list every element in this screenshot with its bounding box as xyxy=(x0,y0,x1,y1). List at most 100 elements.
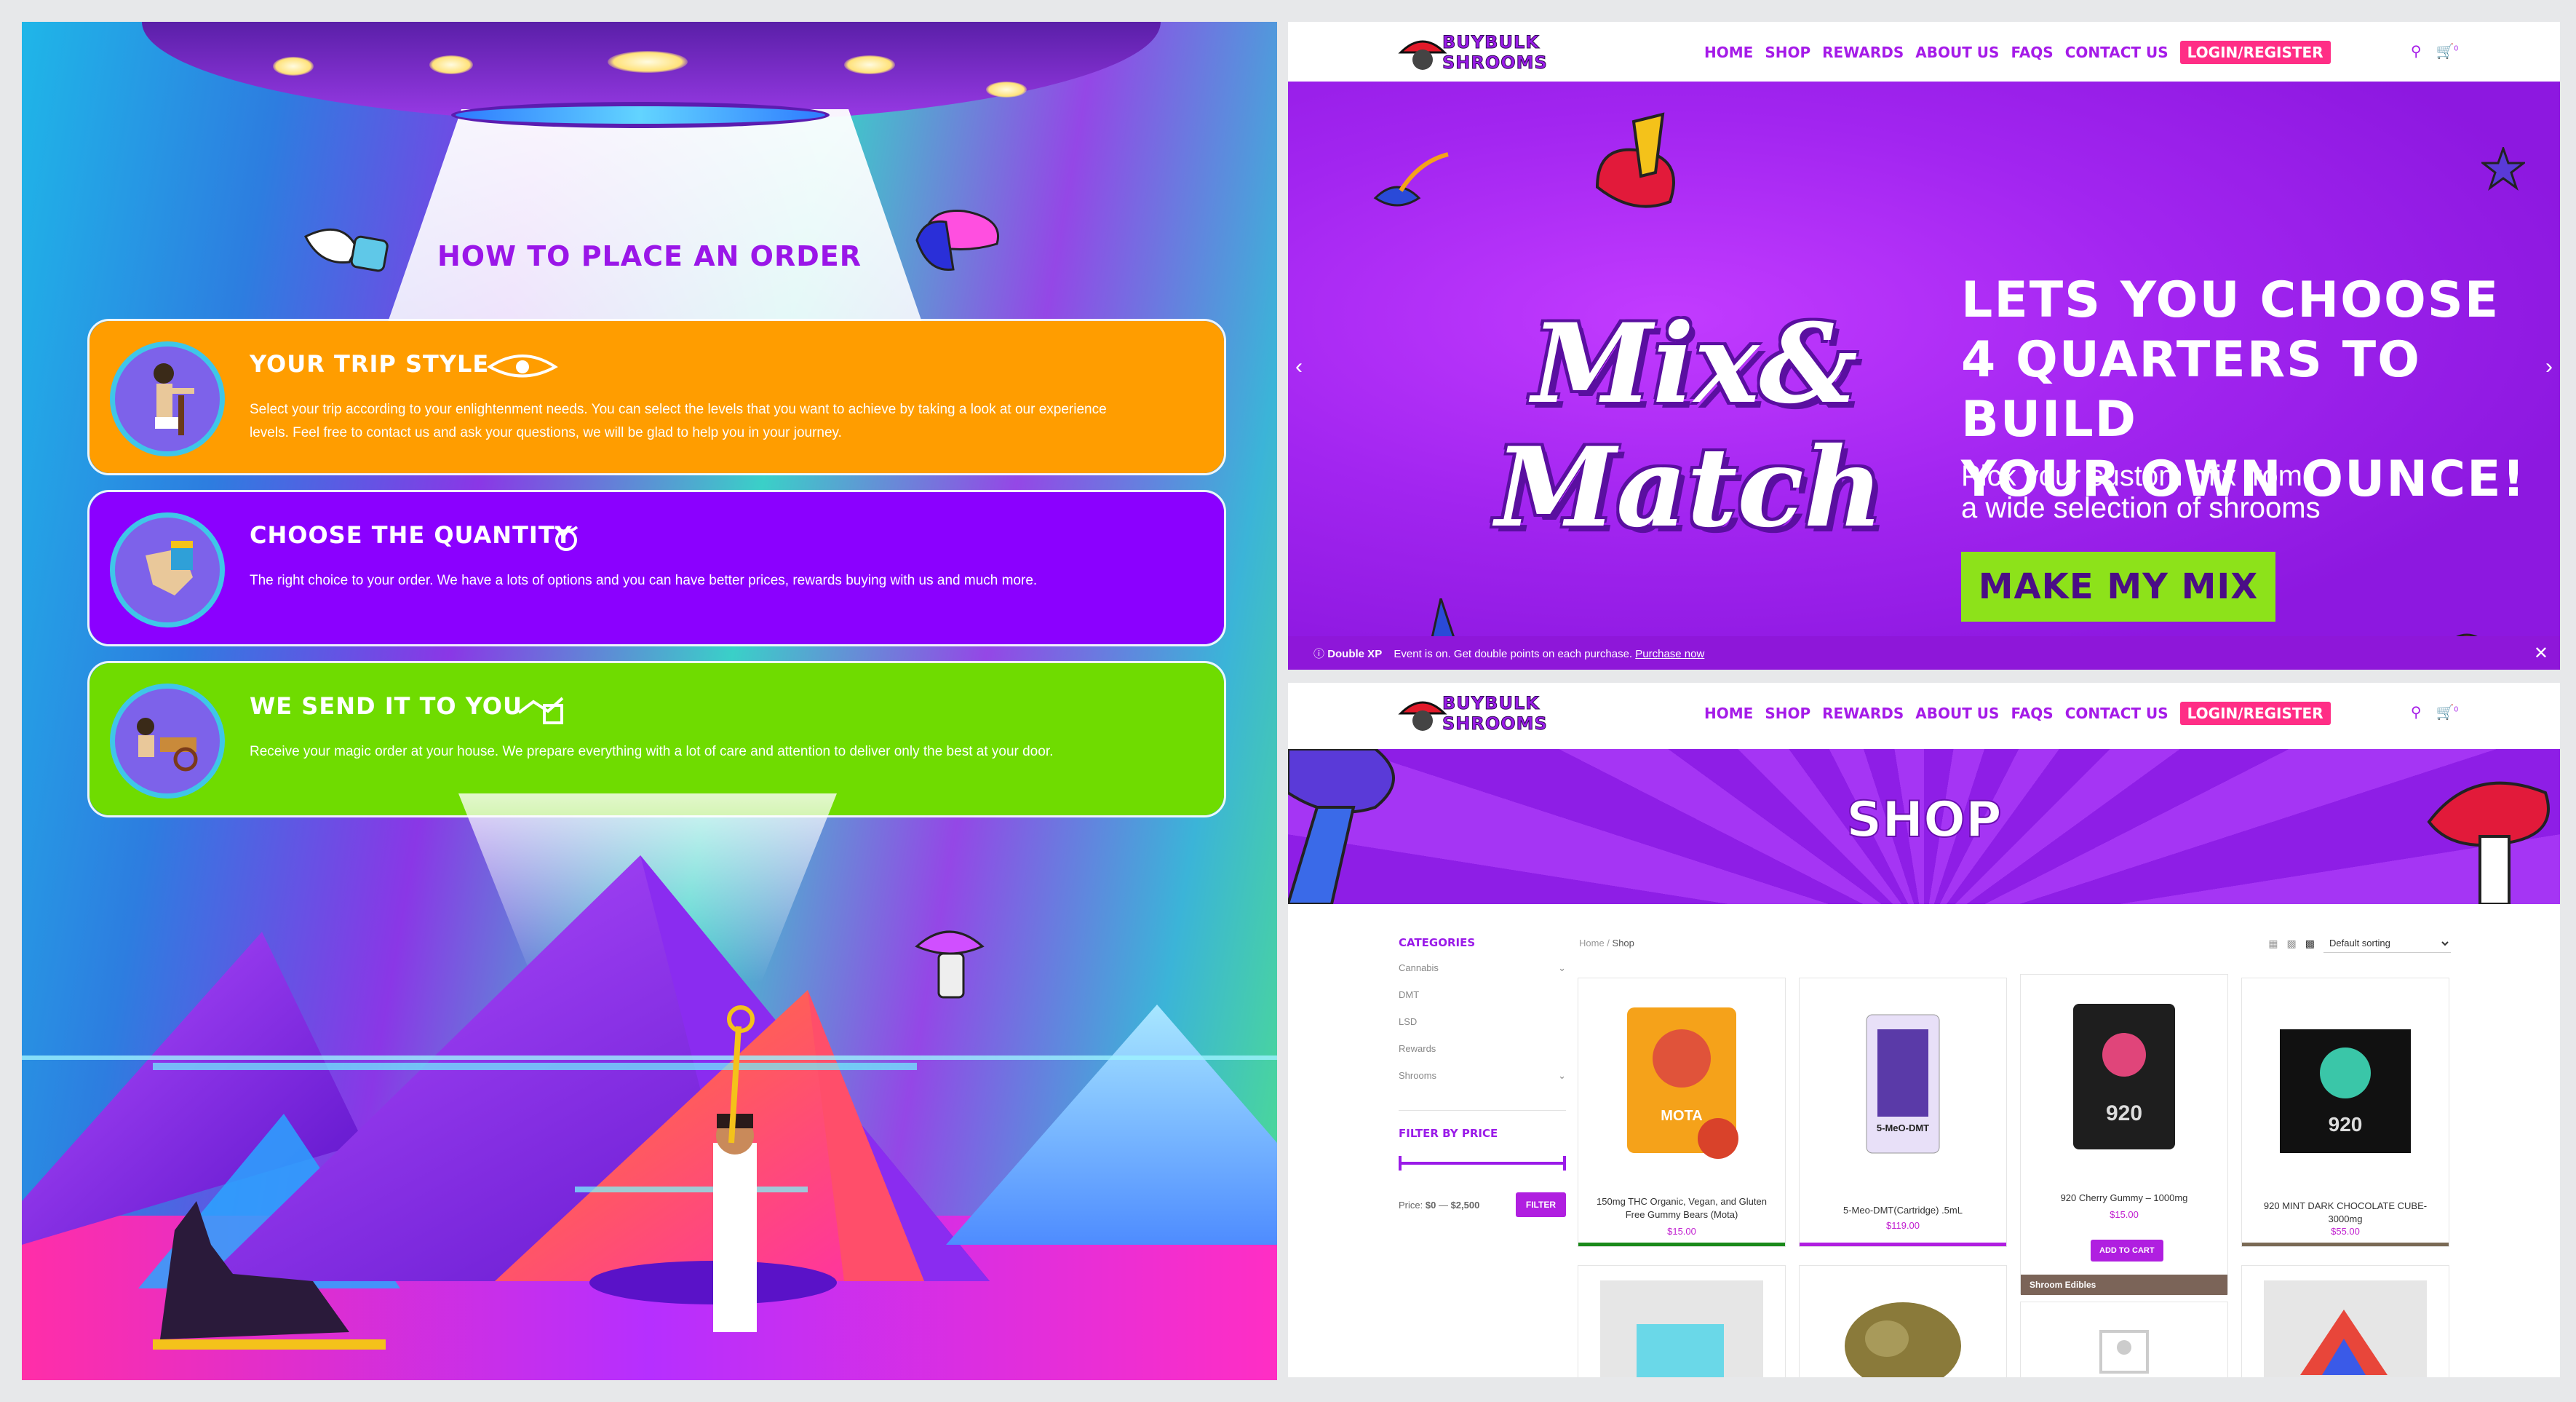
product-name[interactable]: 5-Meo-DMT(Cartridge) .5mL xyxy=(1807,1204,1999,1217)
ceiling-light xyxy=(844,55,895,74)
nav-about-us[interactable]: ABOUT US xyxy=(1915,44,1999,61)
product-label: MOTA xyxy=(1661,1108,1702,1124)
breadcrumb-current: Shop xyxy=(1612,938,1634,948)
mushroom-icon xyxy=(915,930,985,999)
product-image[interactable]: 920 xyxy=(2258,993,2433,1175)
product-name[interactable]: 150mg THC Organic, Vegan, and Gluten Fre… xyxy=(1586,1195,1778,1221)
nav-faqs[interactable]: FAQS xyxy=(2011,44,2053,61)
ufo-ring xyxy=(451,102,830,128)
product-card[interactable] xyxy=(2020,1302,2228,1377)
make-my-mix-button[interactable]: MAKE MY MIX xyxy=(1961,552,2275,622)
chevron-down-icon[interactable]: ⌄ xyxy=(1558,962,1566,989)
product-image[interactable]: 920 xyxy=(2037,989,2211,1171)
product-image[interactable] xyxy=(1800,1266,2006,1377)
mushroom-icon xyxy=(1373,152,1449,207)
breadcrumb-home[interactable]: Home xyxy=(1579,938,1605,948)
nav-rewards[interactable]: REWARDS xyxy=(1822,705,1904,722)
price-filter-row: Price: $0 — $2,500 FILTER xyxy=(1399,1192,1566,1217)
shop-page: BUYBULK SHROOMS HOME SHOP REWARDS ABOUT … xyxy=(1288,683,2560,1377)
slider-handle-min[interactable] xyxy=(1399,1156,1402,1171)
price-range-text: Price: $0 — $2,500 xyxy=(1399,1199,1480,1211)
nav-shop[interactable]: SHOP xyxy=(1765,705,1810,722)
login-register-button[interactable]: LOGIN/REGISTER xyxy=(2179,702,2331,725)
nav-rewards[interactable]: REWARDS xyxy=(1822,44,1904,61)
light-beam xyxy=(378,109,931,349)
nav-home[interactable]: HOME xyxy=(1704,705,1753,722)
product-image[interactable] xyxy=(1578,1266,1785,1377)
product-name[interactable]: 920 MINT DARK CHOCOLATE CUBE-3000mg xyxy=(2249,1200,2441,1226)
nav-home[interactable]: HOME xyxy=(1704,44,1753,61)
category-link[interactable]: Cannabis ⌄ xyxy=(1399,962,1566,989)
category-link[interactable]: DMT xyxy=(1399,989,1566,1016)
mushroom-logo-icon xyxy=(1398,701,1447,731)
product-card[interactable]: MOTA 150mg THC Organic, Vegan, and Glute… xyxy=(1578,978,1786,1247)
step-description: Receive your magic order at your house. … xyxy=(250,744,1054,759)
product-label: 920 xyxy=(2329,1113,2363,1136)
price-range-slider[interactable] xyxy=(1399,1156,1566,1171)
nav-about-us[interactable]: ABOUT US xyxy=(1915,705,1999,722)
category-link[interactable]: LSD xyxy=(1399,1016,1566,1043)
chevron-down-icon[interactable]: ⌄ xyxy=(1558,1070,1566,1097)
slider-handle-max[interactable] xyxy=(1563,1156,1566,1171)
product-image[interactable]: 5-MeO-DMT xyxy=(1816,993,1990,1175)
product-name[interactable]: 920 Cherry Gummy – 1000mg xyxy=(2028,1192,2220,1205)
search-icon[interactable]: ⚲ xyxy=(2411,703,2422,721)
nav-shop[interactable]: SHOP xyxy=(1765,44,1810,61)
logo-text: SHROOMS xyxy=(1442,713,1548,734)
mix-match-logo: Mix& Match xyxy=(1481,300,1883,591)
nav-contact-us[interactable]: CONTACT US xyxy=(2065,705,2168,722)
grid-4-icon[interactable]: ▩ xyxy=(2305,938,2315,950)
breadcrumb: Home / Shop xyxy=(1579,938,1634,948)
divider xyxy=(1399,1110,1566,1111)
step-avatar xyxy=(110,341,225,456)
hero-slider: Mix& Match LETS YOU CHOOSE 4 QUARTERS TO… xyxy=(1288,82,2560,670)
chevron-right-icon[interactable]: › xyxy=(2545,355,2553,379)
notice-message: Event is on. Get double points on each p… xyxy=(1394,648,1633,660)
header-nav: BUYBULK SHROOMS HOME SHOP REWARDS ABOUT … xyxy=(1288,22,2560,82)
product-image[interactable] xyxy=(2242,1266,2449,1377)
grid-2-icon[interactable]: ▦ xyxy=(2268,938,2278,950)
mix-match-homepage: BUYBULK SHROOMS HOME SHOP REWARDS ABOUT … xyxy=(1288,22,2560,670)
search-icon[interactable]: ⚲ xyxy=(2411,42,2422,60)
product-price: $15.00 xyxy=(2110,1209,2139,1220)
ceiling-light xyxy=(429,55,473,74)
mushroom-logo-icon xyxy=(1398,40,1447,70)
login-register-button[interactable]: LOGIN/REGISTER xyxy=(2179,41,2331,64)
star-icon xyxy=(2481,147,2525,191)
grid-3-icon[interactable]: ▩ xyxy=(2287,938,2297,950)
site-logo[interactable]: BUYBULK SHROOMS xyxy=(1397,689,1547,737)
add-to-cart-button[interactable]: ADD TO CART xyxy=(2091,1240,2163,1262)
mushroom-icon xyxy=(1595,112,1675,208)
cart-icon[interactable]: 🛒0 xyxy=(2436,703,2458,721)
page-title: HOW TO PLACE AN ORDER xyxy=(437,240,862,272)
product-card[interactable] xyxy=(2241,1265,2449,1377)
sort-select[interactable]: Default sorting xyxy=(2323,934,2451,953)
category-link[interactable]: Rewards xyxy=(1399,1043,1566,1070)
filter-button[interactable]: FILTER xyxy=(1515,1192,1566,1217)
nav-contact-us[interactable]: CONTACT US xyxy=(2065,44,2168,61)
cart-icon[interactable]: 🛒0 xyxy=(2436,42,2458,60)
mushroom-icon xyxy=(303,228,389,272)
product-label: 920 xyxy=(2106,1101,2142,1125)
chevron-left-icon[interactable]: ‹ xyxy=(1295,355,1303,379)
product-card[interactable] xyxy=(1578,1265,1786,1377)
hero-subtext: Pick your custom mix from a wide selecti… xyxy=(1961,460,2321,524)
product-card[interactable]: 920 920 MINT DARK CHOCOLATE CUBE-3000mg … xyxy=(2241,978,2449,1247)
step-card-trip-style: YOUR TRIP STYLE Select your trip accordi… xyxy=(87,319,1226,475)
info-icon: ⓘ xyxy=(1313,648,1325,660)
nav-faqs[interactable]: FAQS xyxy=(2011,705,2053,722)
close-icon[interactable]: ✕ xyxy=(2534,643,2548,664)
product-image[interactable]: MOTA xyxy=(1594,993,1769,1175)
product-card[interactable]: 920 920 Cherry Gummy – 1000mg $15.00 ADD… xyxy=(2020,974,2228,1295)
ceiling-light xyxy=(986,82,1027,98)
product-card[interactable]: 5-MeO-DMT 5-Meo-DMT(Cartridge) .5mL $119… xyxy=(1799,978,2007,1247)
placeholder-image-icon[interactable] xyxy=(2021,1302,2227,1377)
page-title: SHOP xyxy=(1845,791,2003,849)
price-label: Price: xyxy=(1399,1199,1423,1211)
product-card[interactable] xyxy=(1799,1265,2007,1377)
logo-word: Mix& xyxy=(1532,300,1858,428)
site-logo[interactable]: BUYBULK SHROOMS xyxy=(1397,28,1547,76)
purchase-now-link[interactable]: Purchase now xyxy=(1635,648,1704,660)
product-price: $55.00 xyxy=(2331,1226,2360,1237)
category-link[interactable]: Shrooms ⌄ xyxy=(1399,1070,1566,1097)
